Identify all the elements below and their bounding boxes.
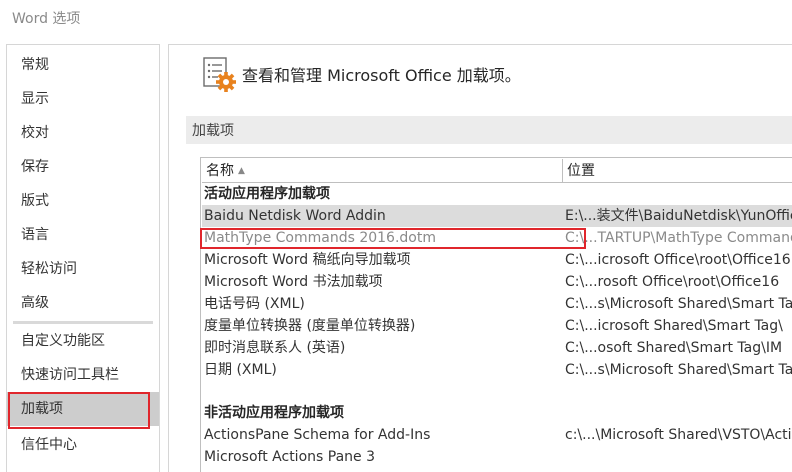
addins-gear-icon [203, 57, 236, 92]
column-header-name[interactable]: 名称 ▲ [202, 159, 563, 183]
addin-name: 即时消息联系人 (英语) [204, 340, 346, 356]
sidebar-item-proofing[interactable]: 校对 [7, 116, 159, 150]
page-header-text: 查看和管理 Microsoft Office 加载项。 [242, 66, 521, 85]
table-row[interactable]: Baidu Netdisk Word Addin E:\...装文件\Baidu… [202, 205, 792, 227]
addin-name: Microsoft Word 稿纸向导加载项 [204, 252, 411, 268]
sidebar-item-general[interactable]: 常规 [7, 48, 159, 82]
sidebar-item-language[interactable]: 语言 [7, 218, 159, 252]
sidebar-item-display[interactable]: 显示 [7, 82, 159, 116]
group-header-active: 活动应用程序加载项 [204, 186, 330, 202]
sidebar-item-layout[interactable]: 版式 [7, 184, 159, 218]
sidebar-item-quick-access-toolbar[interactable]: 快速访问工具栏 [7, 358, 159, 392]
sidebar-item-trust-center[interactable]: 信任中心 [7, 428, 159, 462]
table-row[interactable]: 日期 (XML) C:\...s\Microsoft Shared\Smart … [202, 359, 792, 381]
sidebar-item-customize-ribbon[interactable]: 自定义功能区 [7, 324, 159, 358]
column-header-name-label: 名称 [206, 163, 234, 179]
table-row[interactable]: 电话号码 (XML) C:\...s\Microsoft Shared\Smar… [202, 293, 792, 315]
addin-name: ActionsPane Schema for Add-Ins [204, 427, 431, 443]
section-band [186, 116, 792, 144]
table-row[interactable]: 度量单位转换器 (度量单位转换器) C:\...icrosoft Shared\… [202, 315, 792, 337]
sidebar-item-advanced[interactable]: 高级 [7, 286, 159, 320]
table-row[interactable]: Microsoft Word 书法加载项 C:\...rosoft Office… [202, 271, 792, 293]
row-highlight-box [200, 228, 586, 249]
addin-location: C:\...icrosoft Office\root\Office16 [565, 252, 791, 268]
sidebar-item-accessibility[interactable]: 轻松访问 [7, 252, 159, 286]
addin-location: c:\...\Microsoft Shared\VSTO\Actio [565, 427, 792, 443]
sidebar-item-save[interactable]: 保存 [7, 150, 159, 184]
section-label: 加载项 [192, 123, 234, 139]
window-title: Word 选项 [12, 11, 81, 27]
addin-location: C:\...s\Microsoft Shared\Smart Tag [565, 362, 792, 378]
selection-highlight-box [8, 392, 150, 429]
addin-name: Microsoft Word 书法加载项 [204, 274, 383, 290]
table-row[interactable]: ActionsPane Schema for Add-Ins c:\...\Mi… [202, 424, 792, 446]
addin-location: E:\...装文件\BaiduNetdisk\YunOffice [565, 208, 792, 224]
addin-location: C:\...s\Microsoft Shared\Smart Tag [565, 296, 792, 312]
table-row[interactable]: 即时消息联系人 (英语) C:\...osoft Shared\Smart Ta… [202, 337, 792, 359]
addin-location: C:\...TARTUP\MathType Commands [565, 230, 792, 246]
addin-name: 度量单位转换器 (度量单位转换器) [204, 318, 416, 334]
addin-location: C:\...icrosoft Shared\Smart Tag\ [565, 318, 783, 334]
addin-location: C:\...osoft Shared\Smart Tag\IM [565, 340, 783, 356]
table-row[interactable]: Microsoft Word 稿纸向导加载项 C:\...icrosoft Of… [202, 249, 792, 271]
addin-location: C:\...rosoft Office\root\Office16 [565, 274, 780, 290]
table-row[interactable]: Microsoft Actions Pane 3 [202, 446, 792, 468]
addin-name: 电话号码 (XML) [204, 296, 305, 312]
group-header-inactive: 非活动应用程序加载项 [204, 405, 344, 421]
addin-name: Baidu Netdisk Word Addin [204, 208, 386, 224]
column-header-location[interactable]: 位置 [563, 159, 792, 183]
addin-name: Microsoft Actions Pane 3 [204, 449, 375, 465]
sort-ascending-icon: ▲ [238, 166, 245, 176]
addin-name: 日期 (XML) [204, 362, 277, 378]
